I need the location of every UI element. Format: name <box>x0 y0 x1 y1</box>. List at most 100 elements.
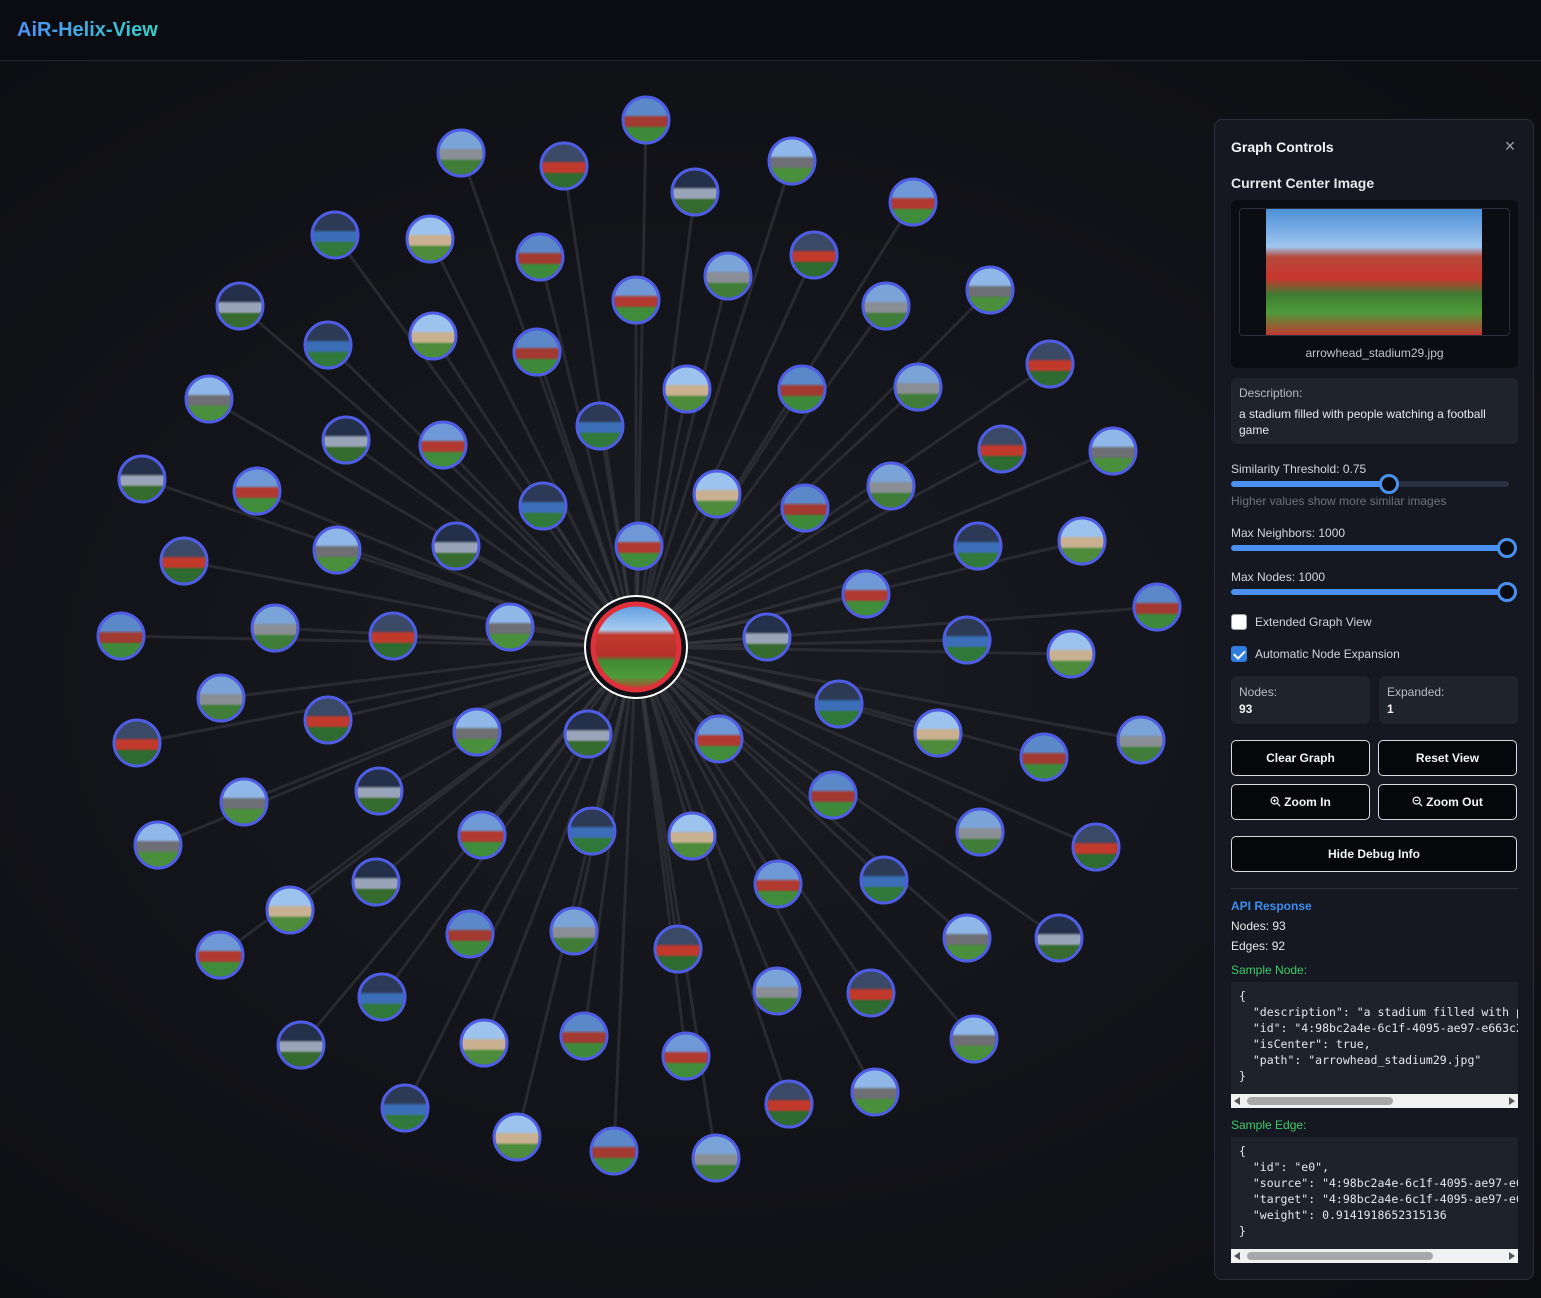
extended-graph-checkbox[interactable] <box>1231 614 1247 630</box>
node-thumbnail[interactable] <box>408 311 458 361</box>
graph-node[interactable] <box>485 602 535 652</box>
node-thumbnail[interactable] <box>859 855 909 905</box>
graph-node[interactable] <box>195 930 245 980</box>
graph-node[interactable] <box>1025 339 1075 389</box>
graph-node[interactable] <box>753 859 803 909</box>
node-thumbnail[interactable] <box>977 424 1027 474</box>
graph-node[interactable] <box>1019 732 1069 782</box>
node-thumbnail[interactable] <box>303 695 353 745</box>
graph-node[interactable] <box>808 770 858 820</box>
node-thumbnail[interactable] <box>753 859 803 909</box>
node-thumbnail[interactable] <box>611 275 661 325</box>
node-thumbnail[interactable] <box>767 136 817 186</box>
graph-node[interactable] <box>703 251 753 301</box>
graph-node[interactable] <box>380 1083 430 1133</box>
node-thumbnail[interactable] <box>1132 582 1182 632</box>
node-thumbnail[interactable] <box>368 611 418 661</box>
node-thumbnail[interactable] <box>621 95 671 145</box>
graph-node[interactable] <box>752 966 802 1016</box>
graph-node[interactable] <box>955 807 1005 857</box>
scroll-left-icon[interactable] <box>1234 1097 1240 1105</box>
graph-node[interactable] <box>215 281 265 331</box>
node-thumbnail[interactable] <box>445 909 495 959</box>
graph-node[interactable] <box>133 820 183 870</box>
node-thumbnail[interactable] <box>1071 822 1121 872</box>
node-thumbnail[interactable] <box>265 885 315 935</box>
node-thumbnail[interactable] <box>405 214 455 264</box>
graph-node[interactable] <box>515 232 565 282</box>
graph-node[interactable] <box>942 615 992 665</box>
scroll-right-icon[interactable] <box>1509 1097 1515 1105</box>
graph-node[interactable] <box>159 536 209 586</box>
node-thumbnail[interactable] <box>1034 913 1084 963</box>
node-thumbnail[interactable] <box>614 521 664 571</box>
graph-node[interactable] <box>1116 715 1166 765</box>
node-thumbnail[interactable] <box>742 612 792 662</box>
graph-node[interactable] <box>518 481 568 531</box>
graph-node[interactable] <box>661 1031 711 1081</box>
graph-node[interactable] <box>694 714 744 764</box>
graph-node[interactable] <box>219 777 269 827</box>
graph-node[interactable] <box>575 401 625 451</box>
node-thumbnail[interactable] <box>965 265 1015 315</box>
auto-expansion-checkbox[interactable] <box>1231 646 1247 662</box>
graph-node[interactable] <box>866 461 916 511</box>
node-thumbnail[interactable] <box>808 770 858 820</box>
clear-graph-button[interactable]: Clear Graph <box>1231 740 1370 776</box>
graph-node[interactable] <box>184 374 234 424</box>
graph-node[interactable] <box>563 709 613 759</box>
graph-node[interactable] <box>492 1112 542 1162</box>
graph-node[interactable] <box>351 857 401 907</box>
graph-node[interactable] <box>452 707 502 757</box>
node-thumbnail[interactable] <box>955 807 1005 857</box>
node-thumbnail[interactable] <box>814 679 864 729</box>
graph-node[interactable] <box>408 311 458 361</box>
node-thumbnail[interactable] <box>1057 516 1107 566</box>
node-thumbnail[interactable] <box>893 362 943 412</box>
node-thumbnail[interactable] <box>96 611 146 661</box>
graph-node[interactable] <box>196 673 246 723</box>
node-thumbnail[interactable] <box>117 454 167 504</box>
max-neighbors-slider[interactable] <box>1231 538 1517 558</box>
node-thumbnail[interactable] <box>312 525 362 575</box>
node-thumbnail[interactable] <box>866 461 916 511</box>
graph-node[interactable] <box>653 924 703 974</box>
node-thumbnail[interactable] <box>861 281 911 331</box>
graph-node[interactable] <box>354 766 404 816</box>
graph-node[interactable] <box>418 420 468 470</box>
sample-node-scrollbar[interactable] <box>1231 1094 1518 1108</box>
graph-node[interactable] <box>445 909 495 959</box>
node-thumbnail[interactable] <box>563 709 613 759</box>
graph-node[interactable] <box>841 569 891 619</box>
node-thumbnail[interactable] <box>354 766 404 816</box>
node-thumbnail[interactable] <box>949 1014 999 1064</box>
node-thumbnail[interactable] <box>888 177 938 227</box>
sample-edge-scrollbar[interactable] <box>1231 1249 1518 1263</box>
node-thumbnail[interactable] <box>653 924 703 974</box>
graph-node[interactable] <box>1071 822 1121 872</box>
graph-node[interactable] <box>888 177 938 227</box>
node-thumbnail[interactable] <box>219 777 269 827</box>
sample-edge-scroll-thumb[interactable] <box>1247 1252 1433 1260</box>
graph-node[interactable] <box>692 469 742 519</box>
graph-node[interactable] <box>893 362 943 412</box>
graph-node[interactable] <box>777 364 827 414</box>
graph-node[interactable] <box>742 612 792 662</box>
node-thumbnail[interactable] <box>159 536 209 586</box>
graph-node[interactable] <box>780 483 830 533</box>
graph-node[interactable] <box>1057 516 1107 566</box>
node-thumbnail[interactable] <box>661 1031 711 1081</box>
graph-node[interactable] <box>670 167 720 217</box>
graph-node[interactable] <box>859 855 909 905</box>
graph-node[interactable] <box>539 141 589 191</box>
node-thumbnail[interactable] <box>1046 629 1096 679</box>
graph-node[interactable] <box>112 718 162 768</box>
graph-node[interactable] <box>614 521 664 571</box>
node-thumbnail[interactable] <box>942 913 992 963</box>
reset-view-button[interactable]: Reset View <box>1378 740 1517 776</box>
node-thumbnail[interactable] <box>436 128 486 178</box>
node-thumbnail[interactable] <box>567 806 617 856</box>
node-thumbnail[interactable] <box>789 230 839 280</box>
graph-node[interactable] <box>850 1067 900 1117</box>
node-thumbnail[interactable] <box>764 1079 814 1129</box>
